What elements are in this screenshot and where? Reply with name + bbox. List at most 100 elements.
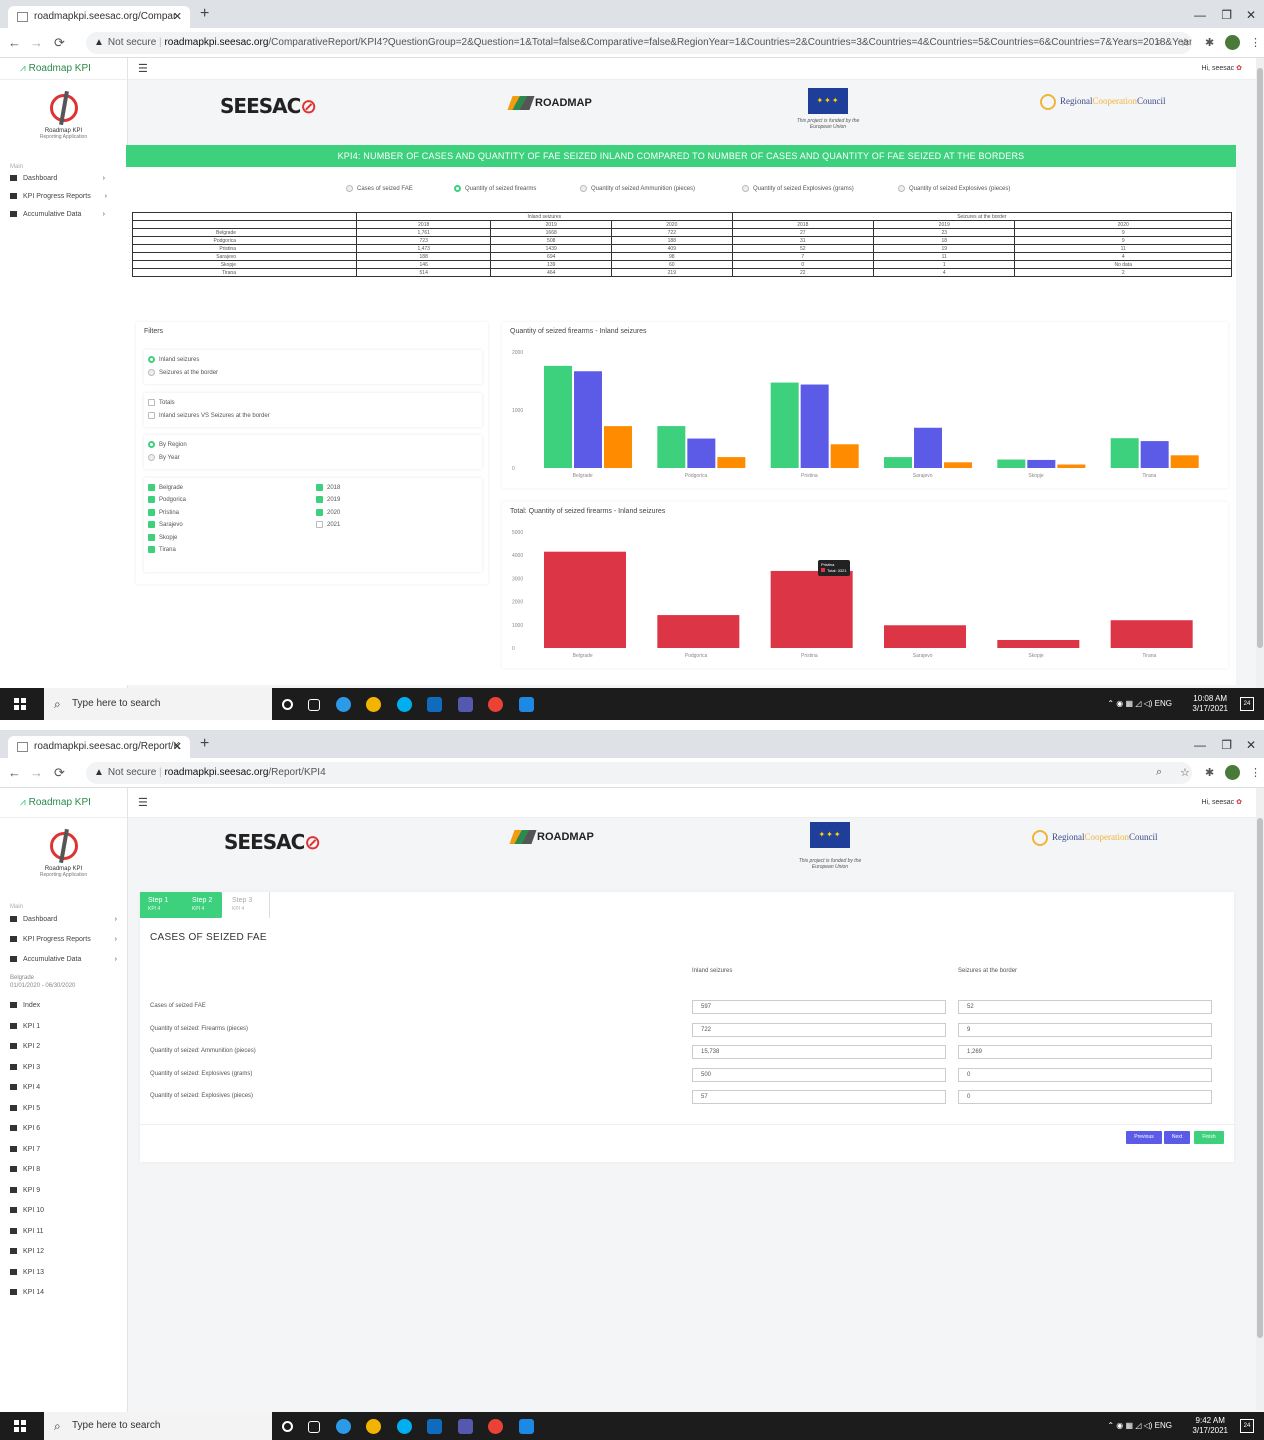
- filter-comparative[interactable]: Inland seizures VS Seizures at the borde…: [148, 412, 270, 419]
- windows-icon[interactable]: [14, 698, 26, 710]
- sidebar-item-kpi[interactable]: KPI 13: [0, 1263, 127, 1284]
- cortana-icon[interactable]: [282, 699, 293, 711]
- sidebar-item-kpi-progress[interactable]: KPI Progress Reports ›: [0, 188, 127, 206]
- filter-by-year[interactable]: By Year: [148, 454, 180, 461]
- filter-inland[interactable]: Inland seizures: [148, 356, 199, 363]
- chrome-icon[interactable]: [366, 697, 382, 713]
- outlook-icon[interactable]: [427, 1419, 443, 1435]
- close-tab-icon[interactable]: ✕: [173, 736, 182, 758]
- finish-button[interactable]: Finish: [1194, 1131, 1224, 1144]
- inland-input[interactable]: 15,738: [692, 1045, 946, 1059]
- close-window-button[interactable]: ✕: [1246, 738, 1256, 752]
- zoom-icon[interactable]: ⌕: [1156, 766, 1162, 779]
- system-tray[interactable]: ⌃ ◉ ▦ ◿ ◁) ENG: [1107, 688, 1172, 720]
- filter-region-skopje[interactable]: Skopje: [148, 534, 177, 541]
- sidebar-item-kpi[interactable]: KPI 11: [0, 1222, 127, 1243]
- sidebar-item-kpi[interactable]: KPI 10: [0, 1201, 127, 1222]
- sidebar-item-kpi[interactable]: Index: [0, 996, 127, 1017]
- teams-icon[interactable]: [457, 697, 473, 713]
- filter-region-pristina[interactable]: Pristina: [148, 509, 179, 516]
- question-option-explosives-grams[interactable]: Quantity of seized Explosives (grams): [742, 185, 854, 192]
- previous-button[interactable]: Previous: [1126, 1131, 1162, 1144]
- url-input[interactable]: ▲ Not secure | roadmapkpi.seesac.org/Comp…: [86, 32, 1192, 54]
- filter-by-region[interactable]: By Region: [148, 441, 187, 448]
- filter-border[interactable]: Seizures at the border: [148, 369, 218, 376]
- scrollbar-thumb[interactable]: [1257, 818, 1263, 1338]
- border-input[interactable]: 0: [958, 1067, 1212, 1082]
- user-greeting[interactable]: Hi, seesac ✿: [1201, 798, 1242, 806]
- star-icon[interactable]: ☆: [1180, 766, 1190, 779]
- menu-icon[interactable]: ⋮: [1250, 36, 1261, 49]
- taskbar-search[interactable]: ⌕ Type here to search: [44, 688, 272, 720]
- filter-year-2020[interactable]: 2020: [316, 509, 340, 516]
- border-input[interactable]: 9: [958, 1022, 1212, 1037]
- filter-region-sarajevo[interactable]: Sarajevo: [148, 521, 183, 528]
- skype-icon[interactable]: [396, 697, 412, 713]
- filter-totals[interactable]: Totals: [148, 399, 175, 406]
- inland-input[interactable]: 500: [692, 1067, 946, 1082]
- browser-tab[interactable]: roadmapkpi.seesac.org/Report/K ✕: [8, 736, 190, 758]
- new-tab-button[interactable]: +: [200, 6, 209, 22]
- sidebar-item-kpi[interactable]: KPI 2: [0, 1037, 127, 1058]
- app-brand[interactable]: ⩘ Roadmap KPI: [0, 58, 127, 80]
- skype-icon[interactable]: [396, 1419, 412, 1435]
- sidebar-item-kpi[interactable]: KPI 6: [0, 1119, 127, 1140]
- sidebar-item-accumulative[interactable]: Accumulative Data ›: [0, 950, 127, 970]
- scrollbar-thumb[interactable]: [1257, 68, 1263, 648]
- sidebar-item-kpi[interactable]: KPI 7: [0, 1140, 127, 1161]
- sidebar-item-kpi[interactable]: KPI 1: [0, 1017, 127, 1038]
- sidebar-item-kpi[interactable]: KPI 8: [0, 1160, 127, 1181]
- question-option-firearms[interactable]: Quantity of seized firearms: [454, 185, 536, 192]
- outlook-icon[interactable]: [427, 697, 443, 713]
- taskbar-clock[interactable]: 10:08 AM 3/17/2021: [1192, 694, 1228, 714]
- photos-icon[interactable]: [518, 1419, 534, 1435]
- chrome-active-icon[interactable]: [488, 1419, 504, 1435]
- question-option-explosives-pieces[interactable]: Quantity of seized Explosives (pieces): [898, 185, 1010, 192]
- hamburger-icon[interactable]: ☰: [138, 796, 148, 809]
- minimize-button[interactable]: —: [1194, 8, 1206, 22]
- sidebar-item-dashboard[interactable]: Dashboard ›: [0, 170, 127, 188]
- sidebar-item-kpi[interactable]: KPI 5: [0, 1099, 127, 1120]
- sidebar-item-kpi[interactable]: KPI 12: [0, 1242, 127, 1263]
- sidebar-item-kpi[interactable]: KPI 14: [0, 1283, 127, 1304]
- menu-icon[interactable]: ⋮: [1250, 766, 1261, 779]
- filter-year-2018[interactable]: 2018: [316, 484, 340, 491]
- gear-icon[interactable]: ✿: [1236, 799, 1242, 806]
- sidebar-item-kpi[interactable]: KPI 4: [0, 1078, 127, 1099]
- close-tab-icon[interactable]: ✕: [173, 6, 182, 28]
- sidebar-item-accumulative[interactable]: Accumulative Data ›: [0, 206, 127, 224]
- profile-avatar[interactable]: [1225, 765, 1240, 780]
- question-option-ammunition[interactable]: Quantity of seized Ammunition (pieces): [580, 185, 695, 192]
- wizard-step-3[interactable]: Step 3 KPI 4: [222, 892, 270, 918]
- next-button[interactable]: Next: [1164, 1131, 1190, 1144]
- question-option-cases[interactable]: Cases of seized FAE: [346, 185, 413, 192]
- minimize-button[interactable]: —: [1194, 738, 1206, 752]
- border-input[interactable]: 0: [958, 1090, 1212, 1104]
- filter-year-2019[interactable]: 2019: [316, 496, 340, 503]
- photos-icon[interactable]: [518, 697, 534, 713]
- taskbar-search[interactable]: ⌕ Type here to search: [44, 1412, 272, 1440]
- new-tab-button[interactable]: +: [200, 736, 209, 752]
- page-scrollbar[interactable]: [1256, 788, 1264, 1410]
- sidebar-item-kpi[interactable]: KPI 9: [0, 1181, 127, 1202]
- filter-region-belgrade[interactable]: Belgrade: [148, 484, 183, 491]
- filter-region-tirana[interactable]: Tirana: [148, 546, 176, 553]
- border-input[interactable]: 52: [958, 1000, 1212, 1014]
- wizard-step-1[interactable]: Step 1 KPI 4: [140, 892, 188, 918]
- profile-avatar[interactable]: [1225, 35, 1240, 50]
- task-view-icon[interactable]: [308, 1420, 321, 1433]
- teams-icon[interactable]: [457, 1419, 473, 1435]
- sidebar-item-dashboard[interactable]: Dashboard ›: [0, 910, 127, 930]
- edge-icon[interactable]: [335, 1419, 351, 1435]
- cortana-icon[interactable]: [282, 1421, 293, 1433]
- task-view-icon[interactable]: [308, 698, 321, 711]
- extensions-icon[interactable]: ✱: [1205, 36, 1214, 49]
- chrome-active-icon[interactable]: [488, 697, 504, 713]
- windows-icon[interactable]: [14, 1420, 26, 1432]
- inland-input[interactable]: 57: [692, 1090, 946, 1104]
- app-brand[interactable]: ⩘ Roadmap KPI: [0, 788, 127, 818]
- sidebar-item-kpi[interactable]: KPI 3: [0, 1058, 127, 1079]
- inland-input[interactable]: 722: [692, 1022, 946, 1037]
- border-input[interactable]: 1,269: [958, 1045, 1212, 1059]
- user-greeting[interactable]: Hi, seesac ✿: [1201, 64, 1242, 72]
